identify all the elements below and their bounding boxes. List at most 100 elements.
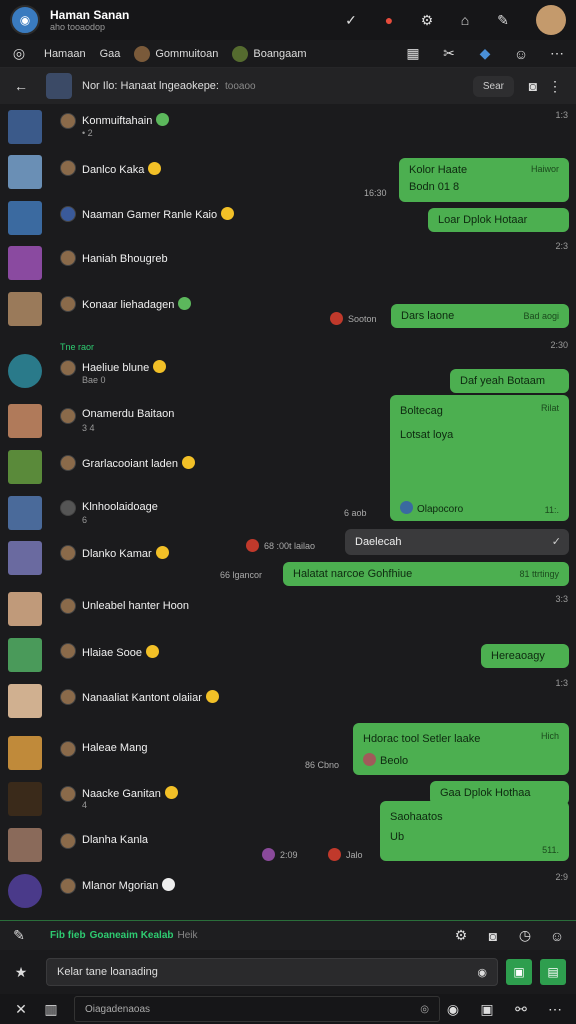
user-avatar[interactable] xyxy=(8,404,42,438)
smile-icon[interactable]: ☺ xyxy=(510,43,532,65)
tools-icon[interactable]: ✂ xyxy=(438,43,460,65)
more-icon[interactable]: ⋯ xyxy=(544,998,566,1020)
settings-icon[interactable]: ⚙ xyxy=(416,9,438,31)
tab-3[interactable]: Boangaam xyxy=(232,45,307,62)
user-avatar[interactable] xyxy=(8,354,42,388)
secondary-input[interactable]: Oiagadenaoas ◎ xyxy=(74,996,440,1022)
message-input[interactable]: Kelar tane loanading ◉ xyxy=(46,958,498,986)
user-name[interactable]: Mlanor Mgorian xyxy=(82,878,176,892)
message-bubble[interactable]: Daelecah ✓ xyxy=(345,529,569,555)
save-icon[interactable]: ◙ xyxy=(482,925,504,947)
camera-icon[interactable]: ◙ xyxy=(522,75,544,97)
app-avatar[interactable]: ◉ xyxy=(10,5,40,35)
book-icon[interactable]: ▥ xyxy=(40,998,62,1020)
message-bubble[interactable]: Boltecag Lotsat loya Rilat Olapocoro 11:… xyxy=(390,395,569,521)
message-tag: Jalo xyxy=(328,848,363,861)
settings-icon[interactable]: ⚙ xyxy=(450,925,472,947)
emoji-icon[interactable]: ◉ xyxy=(477,966,487,979)
user-avatar[interactable] xyxy=(8,736,42,770)
message-bubble[interactable]: Halatat narcoe Gohfhiue 81 ttrtingy xyxy=(283,562,569,586)
message-bubble[interactable]: Loar Dplok Hotaar xyxy=(428,208,569,232)
user-avatar[interactable] xyxy=(8,592,42,626)
user-name[interactable]: Unleabel hanter Hoon xyxy=(82,600,189,612)
user-avatar[interactable] xyxy=(8,496,42,530)
link-icon[interactable]: ⚯ xyxy=(510,998,532,1020)
clock-icon[interactable]: ◷ xyxy=(514,925,536,947)
small-avatar xyxy=(60,741,76,757)
small-avatar xyxy=(60,160,76,176)
save-icon[interactable]: ▣ xyxy=(476,998,498,1020)
pin-icon[interactable]: ✎ xyxy=(492,9,514,31)
chat-title: Nor Ilo: Hanaat lngeaokepe: xyxy=(82,80,219,92)
emoji-icon[interactable]: ☺ xyxy=(546,925,568,947)
user-avatar[interactable] xyxy=(8,782,42,816)
user-avatar[interactable] xyxy=(8,684,42,718)
home-icon[interactable]: ⌂ xyxy=(454,9,476,31)
more-icon[interactable]: ⋯ xyxy=(546,43,568,65)
message-bubble[interactable]: Daf yeah Botaam xyxy=(450,369,569,393)
user-name[interactable]: Haniah Bhougreb xyxy=(82,253,168,265)
message-bubble[interactable]: Dars laone Bad aogi xyxy=(391,304,569,328)
user-name[interactable]: Haleae Mang xyxy=(82,742,147,754)
user-avatar[interactable] xyxy=(8,541,42,575)
composer: ★ Kelar tane loanading ◉ ▣ ▤ xyxy=(0,950,576,994)
user-avatar[interactable] xyxy=(8,246,42,280)
tool-icon[interactable]: ✕ xyxy=(10,998,32,1020)
status-extra: Heik xyxy=(177,930,198,941)
user-avatar[interactable] xyxy=(8,110,42,144)
user-name[interactable]: Dlanko Kamar xyxy=(82,546,169,560)
user-avatar[interactable] xyxy=(8,828,42,862)
user-name[interactable]: Haeliue blune xyxy=(82,360,167,374)
user-name[interactable]: Danlco Kaka xyxy=(82,162,162,176)
star-icon[interactable]: ★ xyxy=(10,961,32,983)
small-avatar xyxy=(60,360,76,376)
message-time: 16:30 xyxy=(364,188,387,198)
user-sub: 4 xyxy=(82,800,88,810)
tab-2[interactable]: Gommuitoan xyxy=(134,45,218,62)
send-button[interactable]: ▤ xyxy=(540,959,566,985)
more-icon[interactable]: ⋮ xyxy=(544,75,566,97)
status-label: Fib fieb xyxy=(50,930,86,941)
user-sub: • 2 xyxy=(82,128,93,138)
user-name[interactable]: Klnhoolaidoage xyxy=(82,501,158,513)
user-name[interactable]: Dlanha Kanla xyxy=(82,834,148,846)
message-bubble[interactable]: Kolor Haate Bodn 01 8 Haiwor xyxy=(399,158,569,202)
user-sub: Bae 0 xyxy=(82,375,106,385)
user-avatar[interactable] xyxy=(8,155,42,189)
message-bubble[interactable]: Hdorac tool Setler laake Beolo Hich xyxy=(353,723,569,775)
user-name[interactable]: Konmuiftahain xyxy=(82,113,170,127)
notification-icon[interactable]: ● xyxy=(378,9,400,31)
user-name[interactable]: Naaman Gamer Ranle Kaio xyxy=(82,207,235,221)
grid-icon[interactable]: ▦ xyxy=(402,43,424,65)
user-name[interactable]: Konaar liehadagen xyxy=(82,297,192,311)
user-name[interactable]: Hlaiae Sooe xyxy=(82,645,159,659)
chat-avatar[interactable] xyxy=(46,73,72,99)
pencil-icon[interactable]: ✎ xyxy=(8,925,30,947)
user-avatar[interactable] xyxy=(8,638,42,672)
small-avatar xyxy=(60,206,76,222)
search-button[interactable]: Sear xyxy=(472,75,514,97)
user-avatar[interactable] xyxy=(536,5,566,35)
top-bar: ◉ Haman Sanan aho tooaodop ✓ ● ⚙ ⌂ ✎ xyxy=(0,0,576,40)
user-avatar[interactable] xyxy=(8,874,42,908)
small-avatar xyxy=(60,500,76,516)
shield-icon[interactable]: ◆ xyxy=(474,43,496,65)
check-icon[interactable]: ✓ xyxy=(340,9,362,31)
message-bubble[interactable]: Saohaatos Ub 511. xyxy=(380,801,569,861)
back-arrow-icon[interactable]: ← xyxy=(10,75,32,97)
user-name[interactable]: Nanaaliat Kantont olaiiar xyxy=(82,690,219,704)
user-name[interactable]: Grarlacooiant laden xyxy=(82,456,196,470)
message-bubble[interactable]: Hereaoagy xyxy=(481,644,569,668)
attach-button[interactable]: ▣ xyxy=(506,959,532,985)
settings-icon[interactable]: ◉ xyxy=(442,998,464,1020)
globe-icon[interactable]: ◎ xyxy=(8,43,30,65)
user-avatar[interactable] xyxy=(8,292,42,326)
tab-1[interactable]: Gaa xyxy=(100,48,121,60)
small-avatar xyxy=(60,455,76,471)
user-avatar[interactable] xyxy=(8,201,42,235)
chat-header: ← Nor Ilo: Hanaat lngeaokepe: tooaoo Sea… xyxy=(0,68,576,104)
tab-0[interactable]: Hamaan xyxy=(44,48,86,60)
user-avatar[interactable] xyxy=(8,450,42,484)
user-name[interactable]: Naacke Ganitan xyxy=(82,786,178,800)
user-name[interactable]: Onamerdu Baitaon xyxy=(82,408,174,420)
